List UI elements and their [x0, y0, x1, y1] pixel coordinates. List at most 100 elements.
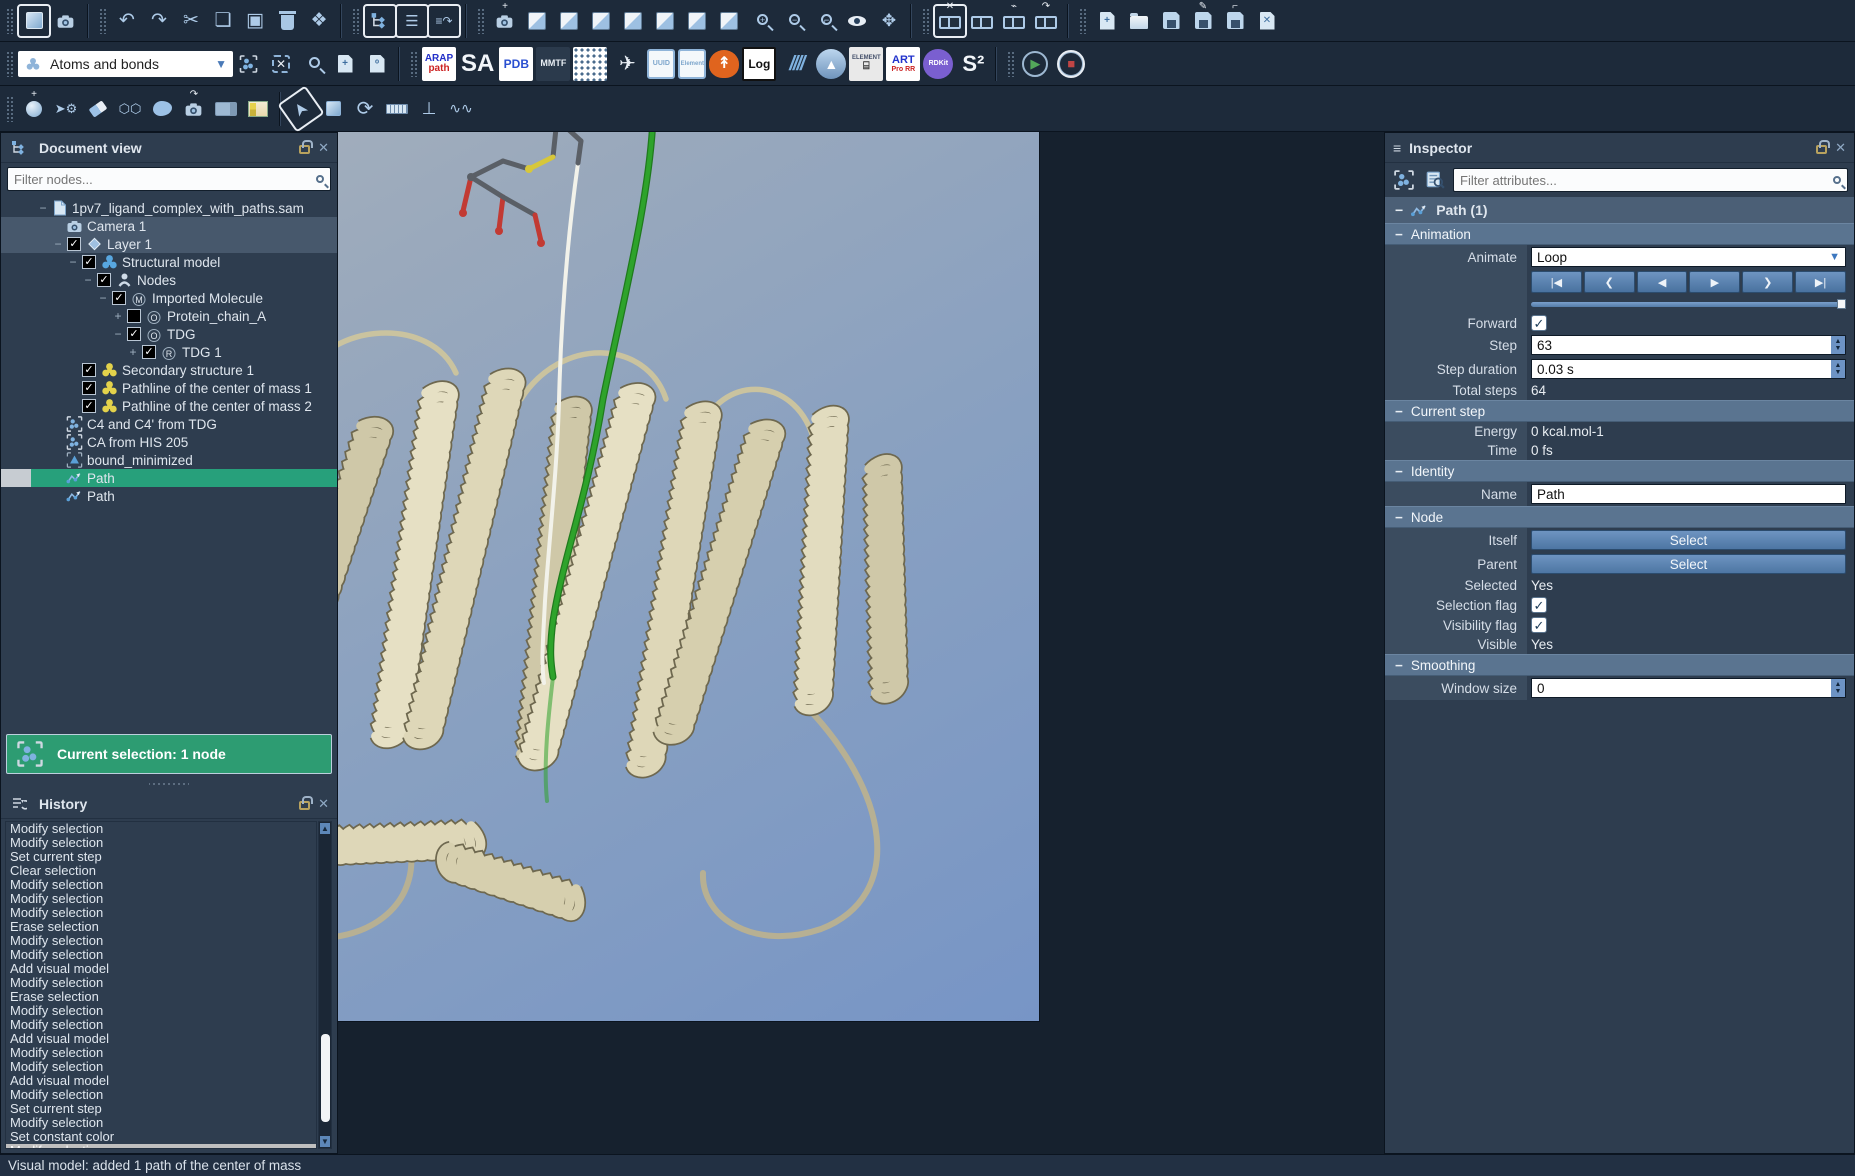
cut-icon[interactable]: ✂: [175, 5, 207, 37]
expander-minus-icon[interactable]: −: [97, 291, 109, 305]
visibility-checkbox[interactable]: ✓: [82, 255, 96, 269]
close-icon[interactable]: ✕: [318, 796, 329, 812]
filter-nodes-input[interactable]: [14, 172, 316, 187]
history-item[interactable]: Add visual model: [6, 1032, 316, 1046]
view-cube-2-icon[interactable]: [553, 5, 585, 37]
rdkit-icon[interactable]: RDKit: [923, 49, 953, 79]
twist-bond-icon[interactable]: ∿∿: [445, 93, 477, 125]
history-item[interactable]: Modify selection: [6, 892, 316, 906]
visibility-checkbox[interactable]: ✓: [82, 363, 96, 377]
samson-sa-icon[interactable]: SA: [459, 47, 496, 81]
visual-model-combo[interactable]: Atoms and bonds ▼: [18, 51, 233, 77]
redo-icon[interactable]: ↷: [143, 5, 175, 37]
play-icon[interactable]: ▶: [1022, 51, 1048, 77]
step-duration-spinbox[interactable]: 0.03 s▲▼: [1531, 359, 1846, 379]
forward-checkbox[interactable]: ✓: [1531, 315, 1547, 331]
scrollbar-thumb[interactable]: [321, 1034, 330, 1122]
measure-angle-icon[interactable]: ⊥: [413, 93, 445, 125]
measure-ruler-icon[interactable]: [381, 93, 413, 125]
camera-rotate-icon[interactable]: ↷: [178, 93, 210, 125]
anim-first-button[interactable]: |◀: [1531, 271, 1582, 293]
visibility-checkbox[interactable]: ✓: [142, 345, 156, 359]
history-item[interactable]: Modify selection: [6, 1018, 316, 1032]
art-ratio-icon[interactable]: ARTPro RR: [886, 47, 920, 81]
honeycomb-icon[interactable]: ⬡⬡: [114, 93, 146, 125]
visibility-checkbox[interactable]: ✓: [82, 381, 96, 395]
history-item[interactable]: Set current step: [6, 850, 316, 864]
mountain-icon[interactable]: ▲: [816, 49, 846, 79]
inspect-document-button[interactable]: [1422, 167, 1448, 193]
smoothing-section-header[interactable]: −Smoothing: [1385, 654, 1854, 676]
save-selection-icon[interactable]: ⌐: [1219, 5, 1251, 37]
keyboard-icon[interactable]: [210, 93, 242, 125]
scroll-up-icon[interactable]: ▲: [320, 823, 330, 834]
animate-dropdown[interactable]: Loop▼: [1531, 247, 1846, 267]
view-cube-7-icon[interactable]: [713, 5, 745, 37]
add-atom-icon[interactable]: +: [18, 93, 50, 125]
tree-item-tdg-1[interactable]: +✓RTDG 1: [1, 343, 337, 361]
anim-play-button[interactable]: ▶: [1689, 271, 1740, 293]
current-step-section-header[interactable]: −Current step: [1385, 400, 1854, 422]
save-icon[interactable]: [1155, 5, 1187, 37]
undo-icon[interactable]: ↶: [111, 5, 143, 37]
rotate-view-icon[interactable]: ⟳: [349, 93, 381, 125]
inspect-selection-button[interactable]: [1391, 167, 1417, 193]
add-visual-model-icon[interactable]: +: [329, 48, 361, 80]
tree-item-camera-1[interactable]: Camera 1: [1, 217, 337, 235]
history-item[interactable]: Clear selection: [6, 864, 316, 878]
selection-mode-icon[interactable]: [18, 5, 50, 37]
tree-item-nodes[interactable]: −✓Nodes: [1, 271, 337, 289]
current-selection-banner[interactable]: Current selection: 1 node: [6, 734, 332, 774]
history-item[interactable]: Add visual model: [6, 962, 316, 976]
history-item[interactable]: Set constant color: [6, 1130, 316, 1144]
creature-icon[interactable]: ↟: [709, 50, 739, 78]
history-item[interactable]: Modify selection: [6, 1060, 316, 1074]
history-item[interactable]: Modify selection: [6, 934, 316, 948]
visibility-checkbox[interactable]: ✓: [67, 237, 81, 251]
view-cube-6-icon[interactable]: [681, 5, 713, 37]
scroll-down-icon[interactable]: ▼: [320, 1136, 330, 1147]
visibility-checkbox[interactable]: [127, 309, 141, 323]
history-item[interactable]: Set current step: [6, 1102, 316, 1116]
lock-icon[interactable]: [299, 801, 310, 810]
eraser-icon[interactable]: [82, 93, 114, 125]
history-item[interactable]: Modify selection: [6, 1144, 316, 1149]
stereo-sound-icon[interactable]: ⌁: [998, 5, 1030, 37]
anim-rewind-button[interactable]: ❮: [1584, 271, 1635, 293]
pointer-settings-icon[interactable]: ➤⚙: [50, 93, 82, 125]
save-as-icon[interactable]: ✎: [1187, 5, 1219, 37]
visibility-flag-checkbox[interactable]: ✓: [1531, 617, 1547, 633]
box-select-icon[interactable]: [317, 93, 349, 125]
waves-icon[interactable]: ////: [779, 47, 813, 81]
view-cube-1-icon[interactable]: [521, 5, 553, 37]
zoom-out-icon[interactable]: −: [777, 5, 809, 37]
expander-minus-icon[interactable]: −: [82, 273, 94, 287]
open-document-icon[interactable]: [1123, 5, 1155, 37]
tree-item-secondary-structure-1[interactable]: ✓Secondary structure 1: [1, 361, 337, 379]
tree-item-structural-model[interactable]: −✓Structural model: [1, 253, 337, 271]
history-item[interactable]: Modify selection: [6, 1088, 316, 1102]
close-icon[interactable]: ✕: [318, 140, 329, 156]
selection-flag-checkbox[interactable]: ✓: [1531, 597, 1547, 613]
visibility-checkbox[interactable]: ✓: [97, 273, 111, 287]
log-icon[interactable]: Log: [742, 47, 776, 81]
step-spinbox[interactable]: 63▲▼: [1531, 335, 1846, 355]
tree-view-icon[interactable]: [364, 5, 396, 37]
expander-minus-icon[interactable]: −: [37, 201, 49, 215]
select-parent-button[interactable]: Select: [1531, 554, 1846, 574]
menu-icon[interactable]: ≡: [1393, 140, 1401, 156]
visibility-checkbox[interactable]: ✓: [127, 327, 141, 341]
element-box-icon[interactable]: ELEMENT⌸: [849, 47, 883, 81]
shape-blob-icon[interactable]: [146, 93, 178, 125]
stereo-rotate-icon[interactable]: ↷: [1030, 5, 1062, 37]
tree-item-c4-and-c4-from-tdg[interactable]: C4 and C4' from TDG: [1, 415, 337, 433]
fullscreen-icon[interactable]: ✥: [873, 5, 905, 37]
panel-splitter[interactable]: [149, 781, 189, 787]
filter-attributes-input[interactable]: [1460, 173, 1833, 188]
element-doc-icon[interactable]: Element: [678, 49, 706, 79]
expander-plus-icon[interactable]: +: [112, 309, 124, 323]
lock-icon[interactable]: [1816, 145, 1827, 154]
zoom-in-icon[interactable]: +: [745, 5, 777, 37]
expander-minus-icon[interactable]: −: [52, 237, 64, 251]
neural-net-icon[interactable]: [573, 47, 607, 81]
